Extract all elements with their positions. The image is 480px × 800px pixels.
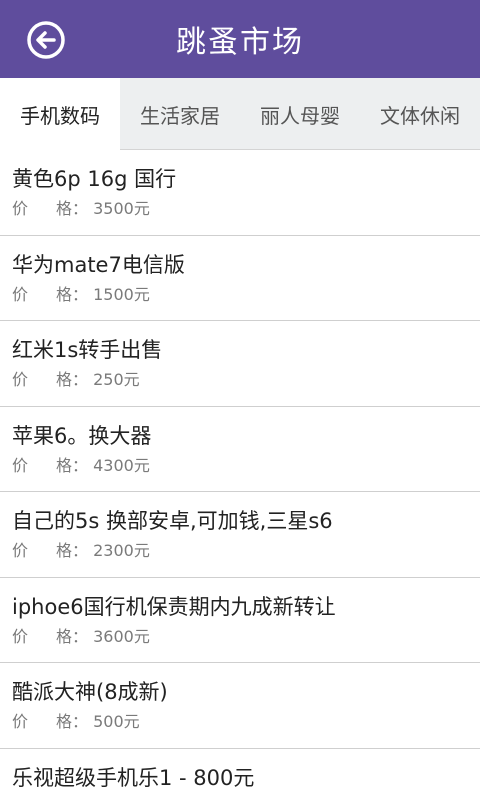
item-price: 3500元 <box>93 199 150 218</box>
list-item[interactable]: 自己的5s 换部安卓,可加钱,三星s6 价 格： 2300元 <box>0 492 480 578</box>
item-title: 自己的5s 换部安卓,可加钱,三星s6 <box>12 509 333 533</box>
tab-leisure[interactable]: 文体休闲 <box>360 78 480 150</box>
item-title: iphoe6国行机保责期内九成新转让 <box>12 594 336 619</box>
price-label-b: 格： <box>56 541 89 560</box>
price-label-b: 格： <box>56 712 89 731</box>
list-item[interactable]: 酷派大神(8成新) 价 格： 500元 <box>0 663 480 749</box>
item-price-row: 价 格： 2300元 <box>12 540 468 562</box>
item-price: 500元 <box>93 712 140 731</box>
tab-digital[interactable]: 手机数码 <box>0 78 120 150</box>
item-price-row: 价 格： 1500元 <box>12 284 468 306</box>
item-price: 1500元 <box>93 284 150 304</box>
item-title: 苹果6。换大器 <box>12 423 152 448</box>
item-title: 红米1s转手出售 <box>12 338 163 362</box>
price-label-a: 价 <box>12 541 29 560</box>
price-label-b: 格： <box>56 626 89 646</box>
price-label-b: 格： <box>56 199 89 218</box>
item-title: 乐视超级手机乐1 - 800元 <box>12 765 255 790</box>
list-item[interactable]: iphoe6国行机保责期内九成新转让 价 格： 3600元 <box>0 578 480 663</box>
item-title: 黄色6p 16g 国行 <box>12 167 177 191</box>
item-price-row: 价 格： 250元 <box>12 369 468 391</box>
item-title: 酷派大神(8成新) <box>12 680 168 704</box>
price-label-a: 价 <box>12 626 29 646</box>
price-label-a: 价 <box>12 712 29 731</box>
list-item[interactable]: 华为mate7电信版 价 格： 1500元 <box>0 236 480 321</box>
item-price: 3600元 <box>93 626 150 646</box>
price-label-a: 价 <box>12 199 29 218</box>
back-button[interactable] <box>26 20 66 60</box>
page-title: 跳蚤市场 <box>176 25 304 60</box>
tab-beauty-baby[interactable]: 丽人母婴 <box>240 78 360 150</box>
product-list[interactable]: 黄色6p 16g 国行 价格： 3500元 华为mate7电信版 价格： 150… <box>0 150 480 800</box>
price-label-a: 价 <box>12 370 29 389</box>
item-price-row: 价 格： 3600元 <box>12 626 468 648</box>
item-price: 250元 <box>93 370 140 389</box>
back-arrow-icon <box>27 21 65 59</box>
item-price-row: 价 格： 4300元 <box>12 455 468 477</box>
item-title: 华为mate7电信版 <box>12 252 185 277</box>
price-label-b: 格： <box>56 370 89 389</box>
list-item[interactable]: 红米1s转手出售 价 格： 250元 <box>0 321 480 407</box>
item-price-row: 价 格： 500元 <box>12 711 468 733</box>
price-label-b: 格： <box>56 455 89 475</box>
app-header: 跳蚤市场 <box>0 0 480 78</box>
item-price: 4300元 <box>93 455 150 475</box>
price-label-a: 价 <box>12 284 29 304</box>
list-item[interactable]: 黄色6p 16g 国行 价 格： 3500元 <box>0 150 480 236</box>
list-item[interactable]: 苹果6。换大器 价 格： 4300元 <box>0 407 480 492</box>
category-tabs: 手机数码 生活家居 丽人母婴 文体休闲 <box>0 78 480 150</box>
list-item[interactable]: 乐视超级手机乐1 - 800元 <box>0 749 480 800</box>
item-price: 2300元 <box>93 541 150 560</box>
tab-home-living[interactable]: 生活家居 <box>120 78 240 150</box>
item-price-row: 价 格： 3500元 <box>12 198 468 220</box>
price-label-a: 价 <box>12 455 29 475</box>
price-label-b: 格： <box>56 284 89 304</box>
